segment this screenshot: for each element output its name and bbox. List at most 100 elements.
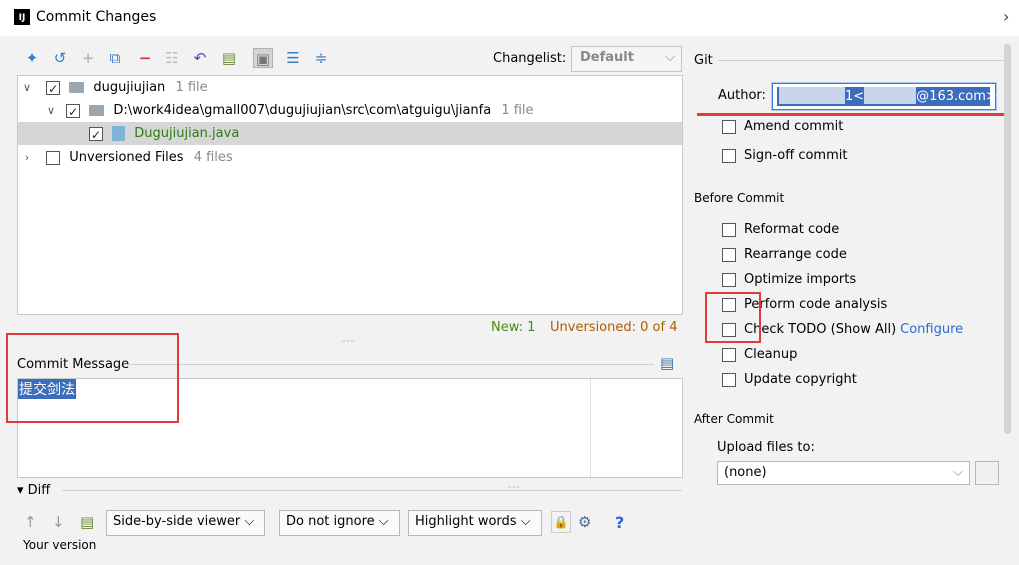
- divider: [124, 364, 654, 365]
- checkbox[interactable]: [722, 119, 736, 134]
- folder-icon: [89, 105, 105, 116]
- window-title: Commit Changes: [36, 9, 157, 25]
- amend-commit-option[interactable]: Amend commit: [722, 119, 843, 134]
- chevron-down-icon[interactable]: ∨: [44, 99, 58, 122]
- divider: [62, 490, 682, 491]
- changelist-value: Default: [580, 50, 634, 65]
- divider: [718, 60, 1004, 61]
- gear-icon[interactable]: ⚙: [578, 513, 591, 531]
- cleanup-option[interactable]: Cleanup: [722, 347, 797, 362]
- checkbox[interactable]: [722, 272, 736, 287]
- option-label: Cleanup: [744, 347, 798, 362]
- changelist-label: Changelist:: [493, 51, 567, 66]
- tree-file-label: Dugujiujian.java: [134, 126, 240, 141]
- signoff-label: Sign-off commit: [744, 148, 848, 163]
- splitter-handle[interactable]: ″″″: [508, 486, 521, 496]
- checkbox[interactable]: [722, 148, 736, 163]
- option-label: Reformat code: [744, 222, 840, 237]
- viewer-value: Side-by-side viewer: [113, 514, 241, 529]
- amend-label: Amend commit: [744, 119, 844, 134]
- author-value[interactable]: 1< @163.com>: [777, 87, 997, 106]
- move-icon[interactable]: ⧉: [105, 48, 125, 68]
- refresh-icon[interactable]: ✦: [22, 48, 42, 68]
- arrow-up-icon[interactable]: ↑: [24, 513, 37, 531]
- tree-root-count: 1 file: [175, 80, 208, 95]
- reformat-code-option[interactable]: Reformat code: [722, 222, 839, 237]
- before-commit-label: Before Commit: [694, 191, 785, 205]
- tree-row-file[interactable]: Dugujiujian.java: [18, 122, 682, 147]
- chevron-down-icon: ⌵: [665, 50, 675, 65]
- lock-icon[interactable]: 🔒: [551, 511, 571, 533]
- signoff-commit-option[interactable]: Sign-off commit: [722, 148, 847, 163]
- checkbox[interactable]: [722, 247, 736, 262]
- history-icon[interactable]: ▤: [660, 354, 674, 372]
- checkbox[interactable]: [722, 372, 736, 387]
- help-icon[interactable]: ?: [615, 513, 624, 532]
- upload-select[interactable]: (none) ⌵: [717, 461, 970, 485]
- rollback-icon[interactable]: ↶: [190, 48, 210, 68]
- author-label: Author:: [718, 88, 766, 103]
- undo-icon[interactable]: ↺: [50, 48, 70, 68]
- tree-row-dir[interactable]: ∨ D:\work4idea\gmall007\dugujiujian\src\…: [18, 99, 682, 124]
- checkbox[interactable]: [722, 347, 736, 362]
- expand-all-icon[interactable]: ☰: [283, 48, 303, 68]
- update-copyright-option[interactable]: Update copyright: [722, 372, 857, 387]
- option-label: Update copyright: [744, 372, 857, 387]
- your-version-label: Your version: [23, 538, 97, 552]
- tree-root-label: dugujiujian: [93, 80, 166, 95]
- tree-unversioned-label: Unversioned Files: [69, 150, 184, 165]
- collapse-all-icon[interactable]: ≑: [311, 48, 331, 68]
- right-margin-guide: [590, 379, 591, 477]
- checkbox-dir[interactable]: [66, 101, 81, 124]
- checkbox[interactable]: [722, 222, 736, 237]
- tree-dir-label: D:\work4idea\gmall007\dugujiujian\src\co…: [113, 103, 492, 118]
- redacted-block: [864, 87, 917, 104]
- highlight-select[interactable]: Highlight words ⌵: [408, 510, 542, 536]
- after-commit-label: After Commit: [694, 412, 774, 426]
- changes-tree[interactable]: ∨ dugujiujian 1 file ∨ D:\work4idea\gmal…: [17, 75, 683, 315]
- preview-icon[interactable]: ▣: [253, 48, 273, 68]
- rearrange-code-option[interactable]: Rearrange code: [722, 247, 847, 262]
- tree-dir-count: 1 file: [501, 103, 534, 118]
- diff-label: Diff: [27, 483, 51, 498]
- redacted-block: [779, 87, 845, 104]
- ignore-select[interactable]: Do not ignore ⌵: [279, 510, 400, 536]
- git-section-label: Git: [694, 53, 713, 68]
- checkbox-unversioned[interactable]: [46, 150, 61, 165]
- author-value-start: 1<: [845, 89, 865, 104]
- ignore-value: Do not ignore: [286, 514, 375, 529]
- chevron-down-icon[interactable]: ∨: [20, 76, 34, 99]
- changelist-select[interactable]: Default ⌵: [571, 46, 682, 72]
- scrollbar[interactable]: [1004, 44, 1011, 434]
- close-icon[interactable]: ›: [1003, 7, 1009, 26]
- viewer-select[interactable]: Side-by-side viewer ⌵: [106, 510, 265, 536]
- splitter-handle[interactable]: ″″″: [342, 340, 355, 350]
- checkbox-file[interactable]: [89, 124, 103, 147]
- chevron-down-icon: ⌵: [953, 465, 963, 480]
- java-file-icon: [112, 126, 126, 141]
- arrow-down-icon[interactable]: ↓: [52, 513, 65, 531]
- chevron-right-icon[interactable]: ›: [20, 146, 34, 169]
- edit-source-icon[interactable]: ▤: [80, 513, 94, 531]
- annotation-box: [705, 292, 761, 343]
- highlight-value: Highlight words: [415, 514, 517, 529]
- author-value-end: @163.com>: [916, 89, 997, 104]
- remove-icon[interactable]: −: [135, 48, 155, 68]
- option-label: Check TODO (Show All): [744, 322, 897, 337]
- option-label: Rearrange code: [744, 247, 847, 262]
- diff-toggle[interactable]: ▾ Diff: [17, 483, 50, 498]
- diff-icon[interactable]: ▤: [219, 48, 239, 68]
- status-unversioned: Unversioned: 0 of 4: [550, 320, 678, 335]
- checkbox-root[interactable]: [46, 78, 61, 101]
- option-label: Optimize imports: [744, 272, 857, 287]
- tree-row-root[interactable]: ∨ dugujiujian 1 file: [18, 76, 682, 101]
- configure-link[interactable]: Configure: [900, 322, 963, 337]
- upload-config-button[interactable]: [975, 461, 999, 485]
- group-icon[interactable]: ☷: [162, 48, 182, 68]
- add-icon[interactable]: +: [78, 48, 98, 68]
- tree-row-unversioned[interactable]: › Unversioned Files 4 files: [18, 146, 682, 169]
- module-icon: [69, 82, 85, 93]
- optimize-imports-option[interactable]: Optimize imports: [722, 272, 856, 287]
- status-new: New: 1: [491, 320, 536, 335]
- annotation-underline: [697, 113, 1007, 116]
